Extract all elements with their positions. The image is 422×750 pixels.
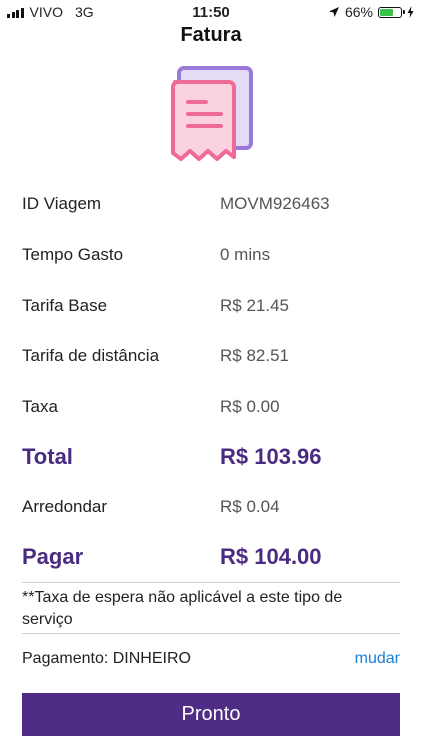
status-right: 66% (328, 4, 414, 20)
page-title: Fatura (180, 24, 242, 46)
row-label: Tempo Gasto (22, 245, 124, 264)
row-value: MOVM926463 (220, 194, 330, 213)
waiting-fee-note: **Taxa de espera não aplicável a este ti… (22, 589, 343, 628)
status-bar: VIVO 3G 11:50 66% (0, 0, 422, 24)
row-label: Arredondar (22, 497, 108, 516)
row-value: R$ 82.51 (220, 346, 289, 365)
row-value: R$ 0.00 (220, 397, 280, 416)
payment-method-label: Pagamento: DINHEIRO (22, 650, 191, 667)
row-label: ID Viagem (22, 194, 102, 213)
done-button[interactable]: Pronto (22, 693, 400, 736)
divider (22, 582, 400, 583)
row-value: R$ 21.45 (220, 296, 289, 315)
location-arrow-icon (328, 7, 339, 17)
row-value: 0 mins (220, 245, 271, 264)
battery-percent: 66% (344, 4, 373, 20)
row-label: Tarifa Base (22, 296, 108, 315)
receipt-icon (171, 66, 253, 161)
row-label: Tarifa de distância (22, 346, 160, 365)
payment-row: Pagamento: DINHEIRO mudar (22, 650, 400, 668)
row-label: Taxa (22, 397, 58, 416)
charging-bolt-icon (407, 6, 414, 18)
total-label: Total (22, 444, 73, 469)
divider (22, 633, 400, 634)
pay-label: Pagar (22, 544, 84, 569)
battery-icon (378, 6, 405, 18)
row-value: R$ 0.04 (220, 497, 280, 516)
change-payment-link[interactable]: mudar (355, 650, 400, 668)
pay-value: R$ 104.00 (220, 544, 322, 569)
total-value: R$ 103.96 (220, 444, 322, 469)
